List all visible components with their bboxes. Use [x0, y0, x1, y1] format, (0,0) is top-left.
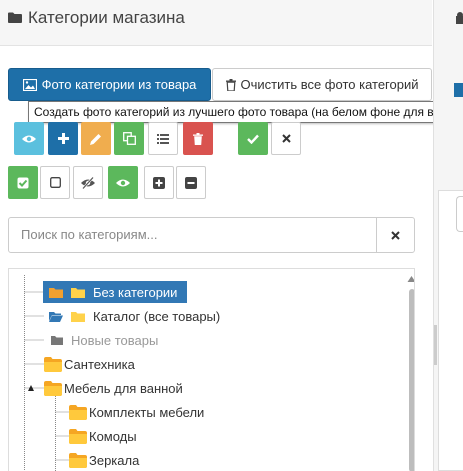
- scroll-up-arrow-icon[interactable]: [407, 275, 415, 283]
- delete-button[interactable]: [183, 122, 213, 155]
- list-button[interactable]: [148, 122, 178, 155]
- plus-square-icon: [153, 176, 165, 189]
- times-icon: [281, 134, 291, 143]
- puzzle-icon: [456, 12, 463, 24]
- tree-scrollbar-thumb[interactable]: [409, 289, 414, 471]
- eye-icon: [116, 179, 130, 186]
- right-panel-divider: [434, 325, 437, 365]
- tree-node-dressers[interactable]: Комоды: [69, 425, 137, 447]
- folder-icon: [71, 312, 85, 322]
- tooltip: Создать фото категорий из лучшего фото т…: [28, 101, 448, 123]
- category-search-input[interactable]: Поиск по категориям...: [8, 217, 377, 253]
- folder-icon: [69, 405, 87, 420]
- trash-icon: [193, 132, 203, 145]
- eye-icon: [22, 135, 36, 142]
- trash-icon: [225, 78, 236, 91]
- right-panel-button[interactable]: [454, 83, 463, 97]
- tree-node-catalog[interactable]: Каталог (все товары): [49, 305, 220, 327]
- photo-from-product-label: Фото категории из товара: [41, 77, 197, 92]
- folder-icon: [69, 453, 87, 468]
- tree-node-label: Мебель для ванной: [64, 380, 183, 396]
- right-panel-input[interactable]: [456, 196, 463, 232]
- checked-box-icon: [17, 177, 29, 188]
- eye-slash-icon: [81, 176, 95, 189]
- tree-node-label: Каталог (все товары): [93, 308, 221, 324]
- pencil-icon: [90, 133, 101, 145]
- cancel-button[interactable]: [271, 122, 301, 155]
- show-button[interactable]: [108, 166, 138, 199]
- tree-node-mirrors[interactable]: Зеркала: [69, 449, 139, 471]
- edit-button[interactable]: [81, 122, 111, 155]
- folder-icon: [8, 12, 22, 23]
- tree-node-bathroom-furniture[interactable]: Мебель для ванной: [44, 377, 183, 399]
- collapse-button[interactable]: [176, 166, 206, 199]
- empty-box-icon: [49, 177, 61, 188]
- tree-node-label: Без категории: [93, 284, 178, 300]
- tree-node-no-category[interactable]: Без категории: [43, 281, 187, 303]
- clear-all-photos-label: Очистить все фото категорий: [240, 77, 419, 92]
- copy-icon: [122, 132, 136, 145]
- times-icon: [391, 230, 400, 240]
- select-all-button[interactable]: [8, 166, 38, 199]
- panel-header: Категории магазина: [0, 0, 432, 46]
- tree-node-furniture-sets[interactable]: Комплекты мебели: [69, 401, 204, 423]
- folder-icon: [51, 336, 63, 345]
- folder-icon: [44, 381, 62, 396]
- deselect-all-button[interactable]: [40, 166, 70, 199]
- check-icon: [247, 134, 259, 144]
- hide-button[interactable]: [73, 166, 103, 199]
- plus-icon: [57, 133, 69, 144]
- image-icon: [22, 78, 37, 91]
- clear-all-photos-button[interactable]: Очистить все фото категорий: [212, 68, 432, 101]
- folder-icon: [71, 288, 85, 298]
- tree-node-label: Комоды: [89, 428, 137, 444]
- photo-from-product-button[interactable]: Фото категории из товара: [8, 68, 211, 101]
- search-clear-button[interactable]: [376, 217, 415, 253]
- expand-button[interactable]: [144, 166, 174, 199]
- tree-node-label: Сантехника: [64, 356, 135, 372]
- category-tree: Без категории Каталог (все товары) Новые…: [8, 268, 415, 471]
- tree-node-label: Зеркала: [89, 452, 140, 468]
- tree-node-plumbing[interactable]: Сантехника: [44, 353, 135, 375]
- tree-node-label: Комплекты мебели: [89, 404, 205, 420]
- folder-icon: [49, 288, 63, 298]
- minus-square-icon: [185, 176, 197, 189]
- tree-node-label: Новые товары: [71, 332, 159, 348]
- folder-icon: [69, 429, 87, 444]
- confirm-button[interactable]: [238, 122, 268, 155]
- folder-open-icon: [49, 312, 63, 322]
- copy-button[interactable]: [114, 122, 144, 155]
- page-title: Категории магазина: [28, 8, 185, 27]
- categories-panel: Категории магазина Фото категории из тов…: [0, 0, 448, 471]
- tree-node-new-products[interactable]: Новые товары: [51, 329, 158, 351]
- right-panel-section: [438, 190, 463, 471]
- right-panel: [433, 0, 463, 471]
- add-button[interactable]: [48, 122, 78, 155]
- view-button[interactable]: [14, 122, 44, 155]
- folder-icon: [44, 357, 62, 372]
- list-icon: [157, 133, 169, 144]
